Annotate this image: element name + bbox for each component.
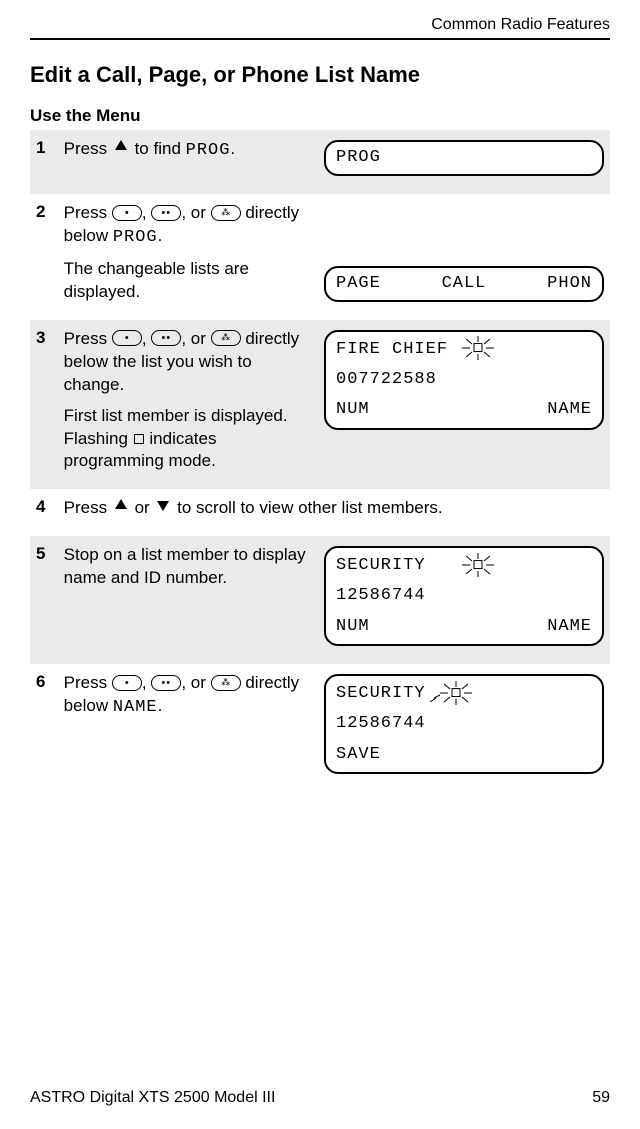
step-row-3: 3 Press , , or directly below the list y… bbox=[30, 320, 610, 490]
lcd-panel-prog: PROG bbox=[324, 140, 604, 176]
flash-burst-icon bbox=[452, 339, 504, 357]
step-instruction: Press , , or directly below PROG. The ch… bbox=[58, 194, 318, 320]
lcd-text: 007722588 bbox=[336, 368, 592, 392]
lcd-text: NUM bbox=[336, 615, 370, 639]
lcd-panel-security: SECURITY bbox=[324, 546, 604, 646]
text: Press bbox=[64, 329, 112, 348]
text: , or bbox=[181, 673, 210, 692]
lcd-text: PHON bbox=[507, 272, 592, 296]
text: , bbox=[142, 329, 151, 348]
step-row-5: 5 Stop on a list member to display name … bbox=[30, 536, 610, 664]
code-prog: PROG bbox=[186, 141, 231, 160]
code-prog: PROG bbox=[113, 228, 158, 247]
step-instruction: Press , , or directly below the list you… bbox=[58, 320, 318, 490]
text: to scroll to view other list members. bbox=[172, 498, 442, 517]
step-number: 3 bbox=[30, 320, 58, 490]
text: Press bbox=[64, 673, 112, 692]
running-header: Common Radio Features bbox=[30, 16, 610, 34]
text: . bbox=[158, 696, 163, 715]
flash-burst-icon bbox=[452, 556, 504, 574]
page-title: Edit a Call, Page, or Phone List Name bbox=[30, 62, 610, 88]
step-instruction: Press or to scroll to view other list me… bbox=[58, 489, 610, 536]
up-arrow-icon bbox=[112, 499, 130, 515]
softkey-three-dot-icon bbox=[211, 675, 241, 691]
lcd-text: NUM bbox=[336, 398, 370, 422]
step-number: 1 bbox=[30, 130, 58, 194]
text: , or bbox=[181, 203, 210, 222]
softkey-two-dot-icon bbox=[151, 205, 181, 221]
step-row-1: 1 Press to find PROG. PROG bbox=[30, 130, 610, 194]
step-row-6: 6 Press , , or directly below NAME. SECU… bbox=[30, 664, 610, 792]
section-subtitle: Use the Menu bbox=[30, 106, 610, 126]
text: Press bbox=[64, 203, 112, 222]
text: The changeable lists are displayed. bbox=[64, 258, 312, 304]
header-rule bbox=[30, 38, 610, 40]
code-name: NAME bbox=[113, 698, 158, 717]
step-row-4: 4 Press or to scroll to view other list … bbox=[30, 489, 610, 536]
text: Press bbox=[64, 498, 112, 517]
flash-burst-icon bbox=[430, 684, 482, 702]
step-instruction: Press to find PROG. bbox=[58, 130, 318, 194]
lcd-text: SECURITY bbox=[336, 556, 426, 575]
softkey-three-dot-icon bbox=[211, 330, 241, 346]
lcd-panel-fire-chief: FIRE CHIEF bbox=[324, 330, 604, 430]
text: or bbox=[130, 498, 155, 517]
lcd-text: NAME bbox=[547, 615, 592, 639]
text: , bbox=[142, 203, 151, 222]
text: to find bbox=[130, 139, 186, 158]
lcd-text: FIRE CHIEF bbox=[336, 340, 448, 359]
softkey-two-dot-icon bbox=[151, 675, 181, 691]
step-number: 5 bbox=[30, 536, 58, 664]
text: , or bbox=[181, 329, 210, 348]
softkey-two-dot-icon bbox=[151, 330, 181, 346]
lcd-text: PAGE bbox=[336, 272, 421, 296]
softkey-three-dot-icon bbox=[211, 205, 241, 221]
step-number: 4 bbox=[30, 489, 58, 536]
lcd-text: CALL bbox=[421, 272, 506, 296]
flashing-cursor-icon bbox=[134, 434, 144, 444]
text: Press bbox=[64, 139, 112, 158]
softkey-one-dot-icon bbox=[112, 330, 142, 346]
text: , bbox=[142, 673, 151, 692]
lcd-panel-security-save: SECURITY bbox=[324, 674, 604, 774]
lcd-text: 12586744 bbox=[336, 712, 592, 736]
text: . bbox=[158, 226, 163, 245]
softkey-one-dot-icon bbox=[112, 675, 142, 691]
step-number: 2 bbox=[30, 194, 58, 320]
step-row-2: 2 Press , , or directly below PROG. The … bbox=[30, 194, 610, 320]
up-arrow-icon bbox=[112, 140, 130, 156]
footer-product: ASTRO Digital XTS 2500 Model III bbox=[30, 1089, 275, 1107]
lcd-text: SAVE bbox=[336, 743, 381, 767]
lcd-panel-lists: PAGE CALL PHON bbox=[324, 266, 604, 302]
lcd-text: PROG bbox=[336, 146, 381, 170]
lcd-text: 12586744 bbox=[336, 584, 592, 608]
softkey-one-dot-icon bbox=[112, 205, 142, 221]
lcd-text: SECURITY bbox=[336, 684, 426, 703]
steps-table: 1 Press to find PROG. PROG 2 Press , , o… bbox=[30, 130, 610, 792]
text: . bbox=[230, 139, 235, 158]
text: Stop on a list member to display name an… bbox=[64, 544, 312, 590]
step-number: 6 bbox=[30, 664, 58, 792]
step-instruction: Press , , or directly below NAME. bbox=[58, 664, 318, 792]
page-footer: ASTRO Digital XTS 2500 Model III 59 bbox=[30, 1089, 610, 1107]
down-arrow-icon bbox=[154, 499, 172, 515]
lcd-text: NAME bbox=[547, 398, 592, 422]
step-instruction: Stop on a list member to display name an… bbox=[58, 536, 318, 664]
footer-page-number: 59 bbox=[592, 1089, 610, 1107]
